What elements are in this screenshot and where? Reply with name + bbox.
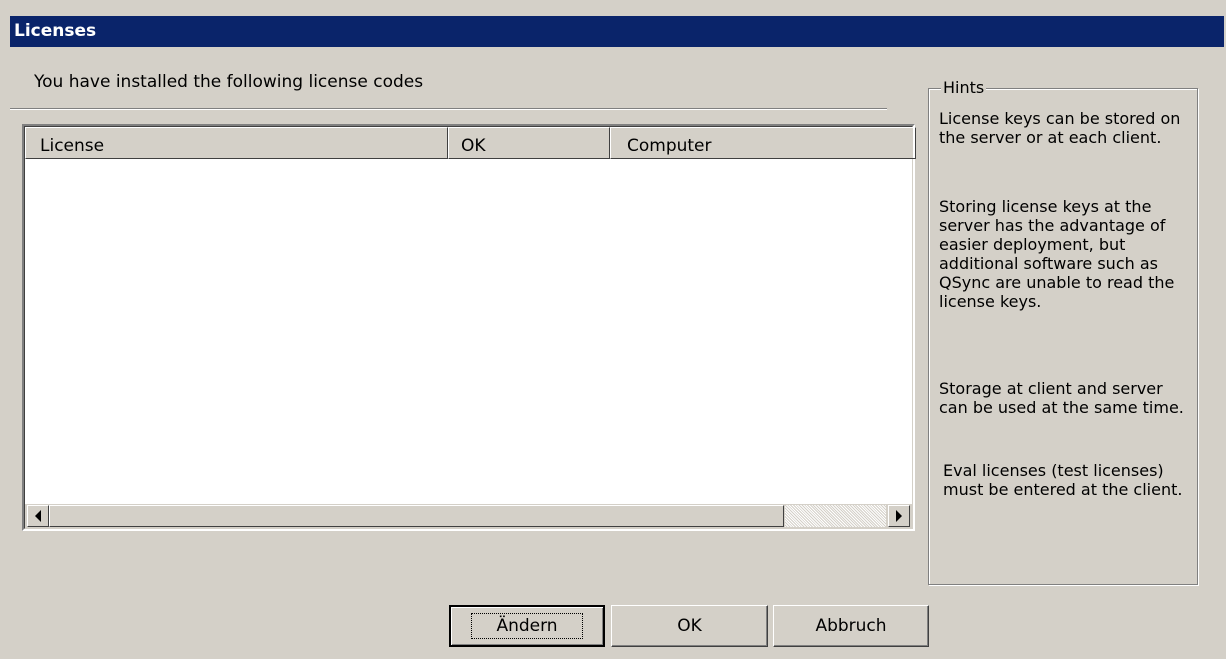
change-button[interactable]: Ändern — [449, 605, 605, 647]
window-title: Licenses — [14, 21, 97, 41]
scroll-left-button[interactable] — [27, 505, 49, 527]
list-header: License OK Computer — [25, 127, 916, 159]
ok-button[interactable]: OK — [611, 605, 768, 647]
scrollbar-thumb[interactable] — [49, 505, 784, 527]
title-bar[interactable]: Licenses — [10, 16, 1224, 47]
hint-paragraph: Storage at client and server can be used… — [939, 379, 1184, 417]
column-header-ok[interactable]: OK — [448, 127, 610, 159]
ok-button-label: OK — [677, 616, 702, 636]
scroll-right-button[interactable] — [888, 505, 910, 527]
hint-paragraph: Eval licenses (test licenses) must be en… — [943, 461, 1183, 499]
hint-paragraph: Storing license keys at the server has t… — [939, 197, 1175, 311]
scrollbar-track[interactable] — [785, 505, 886, 527]
cancel-button-label: Abbruch — [815, 616, 887, 636]
hints-legend: Hints — [941, 78, 987, 97]
horizontal-scrollbar[interactable] — [25, 504, 912, 528]
arrow-right-icon — [896, 510, 902, 522]
arrow-left-icon — [35, 510, 41, 522]
hints-group: Hints License keys can be stored on the … — [928, 78, 1198, 585]
hint-paragraph: License keys can be stored on the server… — [939, 109, 1181, 147]
column-header-license[interactable]: License — [25, 127, 448, 159]
intro-label: You have installed the following license… — [34, 72, 424, 92]
change-button-label: Ändern — [471, 613, 583, 639]
column-header-computer[interactable]: Computer — [610, 127, 916, 159]
license-list[interactable]: License OK Computer — [22, 124, 916, 531]
separator — [10, 108, 887, 110]
cancel-button[interactable]: Abbruch — [773, 605, 929, 647]
